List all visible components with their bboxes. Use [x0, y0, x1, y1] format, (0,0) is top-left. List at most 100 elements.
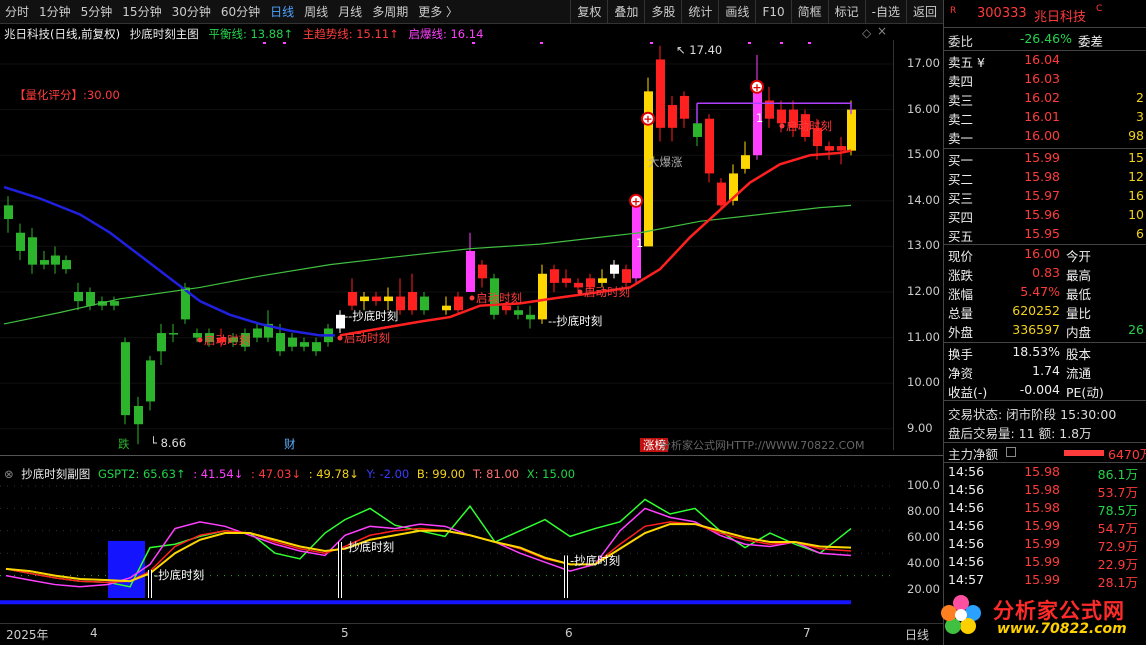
main-y-tick: 12.00	[907, 284, 940, 298]
event-cai: 财	[284, 437, 296, 451]
gspt2-value: GSPT2: 65.63↑	[97, 467, 186, 481]
period-tab-9[interactable]: 多周期	[367, 0, 413, 24]
candle-body	[62, 260, 71, 270]
qidong-label: 启动时刻	[476, 291, 522, 305]
net-value: 6470万	[1108, 447, 1146, 462]
ask-label: 卖三	[948, 93, 974, 108]
stat-value: -0.004	[1019, 382, 1060, 397]
sub-x: X: 15.00	[526, 467, 576, 481]
main-y-tick: 13.00	[907, 238, 940, 253]
logo-url: www.70822.com	[997, 621, 1127, 637]
stock-code: 300333	[977, 6, 1027, 21]
svg-text:+: +	[752, 81, 761, 94]
diamond-icon[interactable]: ◇	[862, 26, 871, 40]
period-tab-1[interactable]: 1分钟	[34, 0, 76, 24]
tool-button-8[interactable]: -自选	[864, 0, 906, 24]
chaodi-label-2: --抄底时刻	[548, 314, 602, 328]
ask-label: 卖一	[948, 131, 974, 146]
qi-bao-value: 启爆线: 16.14	[408, 27, 484, 41]
c-badge: C	[1096, 4, 1103, 14]
tool-button-1[interactable]: 叠加	[607, 0, 644, 24]
candle-body	[300, 342, 309, 347]
sub-v2: : 47.03↓	[250, 467, 302, 481]
menu-icon[interactable]	[1006, 447, 1016, 457]
tool-button-7[interactable]: 标记	[827, 0, 865, 24]
sub-indicator-chart[interactable]: -抄底时刻 -抄底时刻 -抄底时刻	[0, 480, 893, 623]
period-tab-10[interactable]: 更多 〉	[413, 0, 463, 24]
stat-label-2: PE(动)	[1066, 385, 1104, 400]
tick-time: 14:56	[948, 464, 985, 479]
tool-button-6[interactable]: 简框	[790, 0, 828, 24]
candle-number-1: 1	[636, 236, 643, 250]
tick-price: 15.98	[1024, 500, 1060, 515]
period-tab-8[interactable]: 月线	[333, 0, 367, 24]
tool-button-0[interactable]: 复权	[570, 0, 607, 24]
candle-body	[454, 296, 463, 311]
qidong-label: 启动时刻	[344, 331, 390, 345]
stat-label: 收益(-)	[948, 385, 988, 400]
tool-button-9[interactable]: 返回	[905, 0, 943, 24]
sub-close-icon[interactable]: ⊗	[4, 467, 14, 481]
candle-number-2: 1	[756, 111, 763, 125]
stock-chart-label: 兆日科技(日线,前复权)	[4, 27, 121, 41]
candle-body	[526, 314, 535, 320]
candle-body	[574, 282, 583, 288]
period-tab-5[interactable]: 60分钟	[216, 0, 265, 24]
candle-body	[680, 95, 689, 119]
tool-button-5[interactable]: F10	[755, 0, 790, 24]
main-y-tick: 17.00	[907, 56, 940, 70]
quote-label: 涨幅	[948, 287, 974, 302]
bid-price: 15.96	[1024, 207, 1060, 222]
period-tab-7[interactable]: 周线	[299, 0, 333, 24]
candle-body	[538, 273, 547, 320]
weibi-label: 委比	[948, 34, 974, 49]
qidong-label: 启动时刻	[786, 119, 832, 133]
quote-label: 现价	[948, 249, 974, 264]
watermark-logo: 分析家公式网 www.70822.com	[935, 585, 1146, 645]
main-candlestick-chart[interactable]: +++↖ 17.40└ 8.66启动时刻 启动时刻启动时刻 启动时刻启动时刻--抄底…	[0, 40, 893, 452]
score-label: 【量化评分】:30.00	[14, 88, 120, 102]
sub-indicator-name[interactable]: 抄底时刻副图	[21, 467, 90, 481]
period-tab-6[interactable]: 日线	[265, 0, 299, 24]
main-indicator-line: 兆日科技(日线,前复权) 抄底时刻主图 平衡线: 13.88↑ 主趋势线: 15…	[4, 26, 489, 41]
weibi-value: -26.46%	[1019, 31, 1072, 46]
sub-chaodi-label: -抄底时刻	[570, 554, 620, 568]
x-label-year: 2025年	[6, 628, 49, 642]
quote-label-2: 内盘	[1066, 325, 1092, 340]
indicator-name[interactable]: 抄底时刻主图	[130, 27, 199, 41]
tick-time: 14:56	[948, 518, 985, 533]
low-price-label: └ 8.66	[150, 436, 186, 450]
ask-vol: 3	[1136, 109, 1144, 124]
candle-body	[668, 105, 677, 128]
stat-label: 净资	[948, 366, 974, 381]
tool-button-2[interactable]: 多股	[644, 0, 681, 24]
tick-price: 15.99	[1024, 518, 1060, 533]
bid-label: 买二	[948, 172, 974, 187]
tool-button-3[interactable]: 统计	[681, 0, 718, 24]
candle-body	[276, 333, 285, 352]
candle-body	[372, 296, 381, 302]
candle-body	[110, 301, 119, 306]
ask-label: 卖四	[948, 74, 974, 89]
bid-label: 买一	[948, 153, 974, 168]
candle-body	[741, 155, 750, 169]
ask-price: 16.02	[1024, 90, 1060, 105]
x-label-may: 5	[341, 626, 349, 640]
candle-body	[705, 118, 714, 174]
stat-value: 18.53%	[1012, 344, 1060, 359]
bid-vol: 12	[1128, 169, 1144, 184]
quote-value: 620252	[1012, 303, 1060, 318]
x-period-label[interactable]: 日线	[905, 626, 929, 643]
period-tab-4[interactable]: 30分钟	[167, 0, 216, 24]
period-tab-0[interactable]: 分时	[0, 0, 34, 24]
period-tab-2[interactable]: 5分钟	[76, 0, 118, 24]
period-tab-3[interactable]: 15分钟	[117, 0, 166, 24]
tick-time: 14:56	[948, 482, 985, 497]
quote-label: 外盘	[948, 325, 974, 340]
candle-body	[134, 406, 143, 425]
tool-button-4[interactable]: 画线	[718, 0, 755, 24]
ask-label: 卖二	[948, 112, 974, 127]
close-icon[interactable]: ×	[877, 24, 887, 38]
sub-v1: : 41.54↓	[193, 467, 244, 481]
tick-vol: 78.5万	[1097, 503, 1138, 518]
